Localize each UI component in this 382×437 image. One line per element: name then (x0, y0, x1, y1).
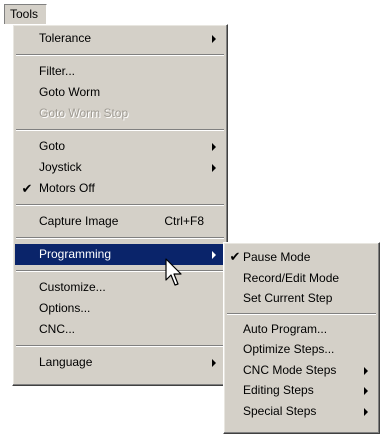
programming-submenu: ✔ Pause Mode Record/Edit Mode Set Current S… (223, 242, 380, 434)
tools-menu-separator (16, 204, 224, 206)
tools-menu-item-goto-worm[interactable]: Goto Worm (15, 82, 225, 103)
tools-menu-item-label: Capture Image (39, 214, 119, 228)
tools-menu-separator (16, 237, 224, 239)
tools-menu-separator (16, 129, 224, 131)
tools-menu-item-programming[interactable]: Programming (15, 244, 225, 265)
programming-menu-item-editing-steps[interactable]: Editing Steps (226, 380, 377, 401)
programming-menu-item-label: Pause Mode (243, 250, 311, 264)
menu-tools[interactable]: Tools (4, 4, 47, 24)
submenu-arrow-icon (364, 366, 368, 375)
tools-menu-item-motors-off[interactable]: ✔ Motors Off (15, 178, 225, 199)
tools-menu-separator (16, 54, 224, 56)
tools-menu-item-filter[interactable]: Filter... (15, 61, 225, 82)
programming-menu-item-label: Optimize Steps... (243, 342, 335, 356)
tools-menu-item-goto-worm-stop: Goto Worm Stop (15, 103, 225, 124)
tools-menu-item-customize[interactable]: Customize... (15, 277, 225, 298)
programming-menu-item-label: Editing Steps (243, 383, 314, 397)
checkmark-icon: ✔ (229, 249, 241, 264)
tools-menu-item-label: Customize... (39, 280, 106, 294)
screenshot-stage: Tools Tolerance Filter... Goto Worm Goto Wo… (0, 0, 382, 437)
tools-menu-item-goto[interactable]: Goto (15, 136, 225, 157)
tools-menu-item-label: Motors Off (39, 181, 95, 195)
submenu-arrow-icon (212, 251, 216, 259)
tools-menu-item-options[interactable]: Options... (15, 298, 225, 319)
tools-menu-item-label: Options... (39, 301, 91, 315)
programming-menu-separator (227, 312, 376, 315)
tools-menu-item-label: Language (39, 355, 93, 369)
programming-menu-item-label: Record/Edit Mode (243, 270, 340, 285)
submenu-arrow-icon (212, 359, 216, 367)
programming-menu-item-cnc-mode-steps[interactable]: CNC Mode Steps (226, 360, 377, 381)
tools-menu-item-capture-image[interactable]: Capture Image Ctrl+F8 (15, 211, 225, 232)
programming-menu-item-label: Special Steps (243, 403, 317, 418)
tools-menu: Tolerance Filter... Goto Worm Goto Worm Sto… (12, 24, 228, 386)
programming-menu-item-label: Auto Program... (243, 321, 328, 336)
tools-menu-item-label: Tolerance (39, 31, 92, 45)
tools-menu-item-label: Filter... (39, 64, 76, 78)
tools-menu-item-language[interactable]: Language (15, 352, 225, 373)
programming-menu-item-label: Set Current Step (243, 291, 333, 305)
submenu-arrow-icon (364, 387, 368, 395)
programming-menu-item-special-steps[interactable]: Special Steps (226, 401, 377, 422)
submenu-arrow-icon (212, 35, 216, 43)
tools-menu-item-label: Goto Worm (39, 85, 101, 99)
programming-menu-item-optimize-steps[interactable]: Optimize Steps... (226, 339, 377, 360)
programming-menu-item-label: CNC Mode Steps (243, 362, 337, 377)
tools-menu-separator (16, 270, 224, 272)
mouse-pointer-icon (165, 258, 182, 286)
tools-menu-item-label: Joystick (39, 160, 82, 174)
tools-menu-item-cnc[interactable]: CNC... (15, 319, 225, 340)
shortcut-text: Ctrl+F8 (164, 214, 204, 228)
tools-menu-item-label: Goto (39, 139, 66, 153)
programming-menu-item-record-edit-mode[interactable]: Record/Edit Mode (226, 268, 377, 289)
programming-menu-item-auto-program[interactable]: Auto Program... (226, 319, 377, 340)
menu-tools-label: Tools (10, 7, 39, 21)
tools-menu-item-label: Goto Worm Stop (39, 106, 129, 120)
submenu-arrow-icon (212, 143, 216, 151)
checkmark-icon: ✔ (21, 181, 33, 196)
submenu-arrow-icon (212, 164, 216, 172)
programming-menu-item-pause-mode[interactable]: ✔ Pause Mode (226, 247, 377, 268)
tools-menu-item-label: CNC... (39, 322, 75, 336)
programming-menu-item-set-current-step[interactable]: Set Current Step (226, 288, 377, 309)
tools-menu-item-label: Programming (39, 247, 112, 261)
tools-menu-separator (16, 345, 224, 347)
tools-menu-item-tolerance[interactable]: Tolerance (15, 28, 225, 49)
tools-menu-item-joystick[interactable]: Joystick (15, 157, 225, 178)
submenu-arrow-icon (364, 407, 368, 416)
